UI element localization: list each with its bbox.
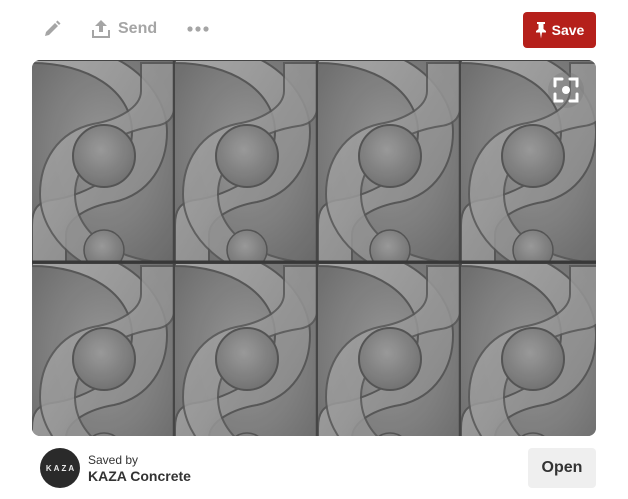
avatar[interactable]: KAZA [40, 448, 80, 488]
pin-attribution: KAZA Saved by KAZA Concrete Open [0, 440, 628, 499]
concrete-tile-photo [32, 60, 596, 436]
save-label: Save [551, 22, 585, 38]
open-button[interactable]: Open [528, 448, 596, 488]
save-button[interactable]: Save [523, 12, 596, 48]
pin-closeup: Send Save KAZA Saved by KAZA Concrete Op… [0, 0, 628, 499]
more-options-button[interactable] [184, 14, 212, 44]
pin-image[interactable] [32, 60, 596, 436]
upload-icon [92, 20, 110, 38]
edit-button[interactable] [38, 14, 66, 44]
send-label: Send [118, 20, 158, 37]
send-button[interactable]: Send [90, 14, 157, 44]
ellipsis-icon [187, 26, 209, 32]
visual-search-button[interactable] [548, 72, 584, 108]
board-name-link[interactable]: KAZA Concrete [88, 468, 191, 484]
pencil-icon [45, 20, 61, 36]
saved-by-label: Saved by [88, 453, 139, 467]
visual-search-icon [553, 77, 579, 103]
pin-toolbar: Send Save [0, 0, 628, 60]
pushpin-icon [535, 22, 546, 39]
avatar-logo: KAZA [45, 463, 77, 473]
